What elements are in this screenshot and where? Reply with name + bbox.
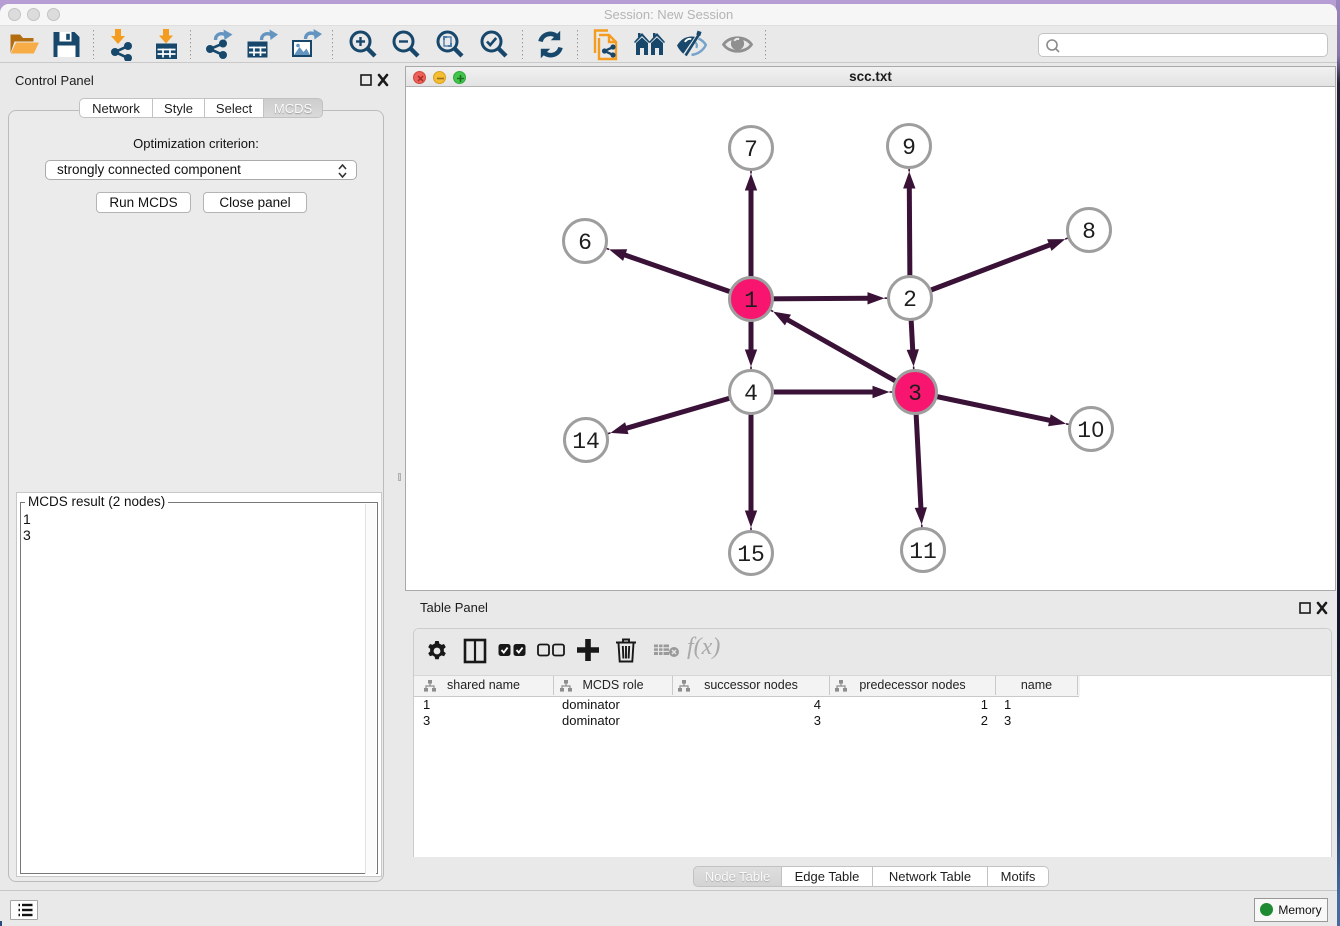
svg-text:0: 0	[1092, 417, 1105, 442]
svg-text:2: 2	[903, 287, 917, 313]
svg-text:15: 15	[737, 542, 765, 568]
svg-text:8: 8	[1082, 219, 1096, 245]
svg-text:14: 14	[572, 429, 600, 455]
svg-text:1: 1	[744, 288, 758, 314]
svg-text:9: 9	[902, 135, 916, 161]
svg-text:11: 11	[909, 539, 937, 565]
svg-text:4: 4	[744, 381, 758, 407]
svg-text:6: 6	[578, 230, 592, 256]
svg-text:1: 1	[1077, 418, 1091, 444]
svg-text:7: 7	[744, 137, 758, 163]
svg-text:3: 3	[908, 381, 922, 407]
